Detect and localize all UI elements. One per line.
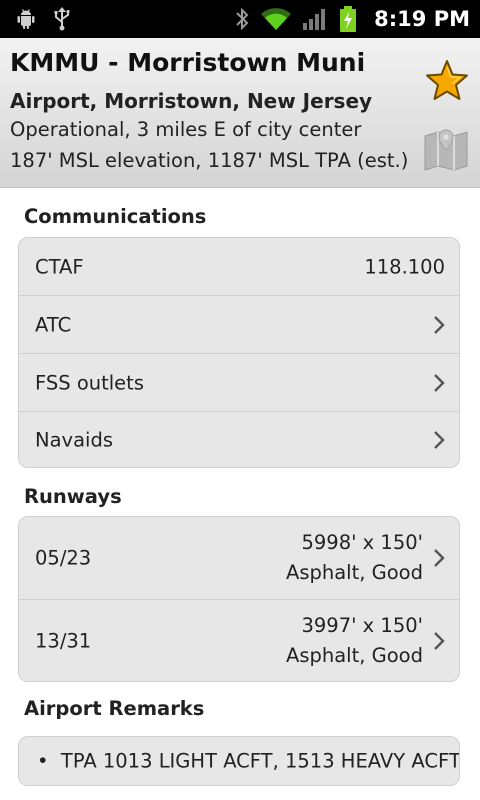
airport-elevation: 187' MSL elevation, 1187' MSL TPA (est.): [10, 149, 409, 172]
chevron-right-icon: [434, 430, 445, 449]
remarks-title: Airport Remarks: [24, 697, 205, 720]
chevron-right-icon: [434, 315, 445, 334]
row-label: CTAF: [35, 255, 84, 278]
airport-header: KMMU - Morristown Muni Airport, Morristo…: [0, 38, 480, 188]
fss-outlets-row[interactable]: FSS outlets: [19, 353, 459, 411]
row-label: ATC: [35, 313, 72, 336]
navaids-row[interactable]: Navaids: [19, 411, 459, 467]
runway-row[interactable]: 05/23 5998' x 150' Asphalt, Good: [19, 517, 459, 599]
runway-id: 13/31: [35, 629, 92, 652]
runway-id: 05/23: [35, 546, 92, 570]
map-icon: [424, 129, 468, 171]
runways-card: 05/23 5998' x 150' Asphalt, Good 13/31 3…: [18, 516, 460, 682]
runways-title: Runways: [24, 485, 122, 508]
runway-info: 3997' x 150' Asphalt, Good: [286, 611, 423, 671]
android-debug-icon: [14, 7, 38, 31]
runway-row[interactable]: 13/31 3997' x 150' Asphalt, Good: [19, 599, 459, 681]
favorite-button[interactable]: [424, 58, 470, 104]
runway-dimensions: 3997' x 150': [301, 613, 423, 637]
usb-icon: [52, 6, 72, 32]
atc-row[interactable]: ATC: [19, 295, 459, 353]
row-label: FSS outlets: [35, 371, 144, 394]
map-button[interactable]: [420, 126, 472, 172]
bluetooth-icon: [234, 6, 250, 32]
signal-icon: [302, 7, 328, 31]
airport-title: KMMU - Morristown Muni: [10, 48, 366, 77]
communications-title: Communications: [24, 205, 207, 228]
communications-card: CTAF 118.100 ATC FSS outlets Navaids: [18, 237, 460, 468]
wifi-icon: [260, 6, 292, 32]
runway-info: 5998' x 150' Asphalt, Good: [286, 528, 423, 588]
bullet: •: [37, 749, 61, 773]
battery-charging-icon: [338, 5, 358, 33]
chevron-right-icon: [434, 549, 445, 567]
chevron-right-icon: [434, 631, 445, 650]
airport-status: Operational, 3 miles E of city center: [10, 118, 362, 141]
runway-dimensions: 5998' x 150': [301, 531, 423, 554]
runway-surface: Asphalt, Good: [286, 561, 423, 584]
runway-surface: Asphalt, Good: [286, 643, 423, 667]
status-time: 8:19 PM: [374, 7, 470, 31]
ctaf-row[interactable]: CTAF 118.100: [19, 238, 459, 295]
status-bar: 8:19 PM: [0, 0, 480, 38]
row-label: Navaids: [35, 428, 113, 451]
star-icon: [426, 60, 468, 100]
remark-text: TPA 1013 LIGHT ACFT, 1513 HEAVY ACFT.: [60, 749, 460, 773]
remark-item: • TPA 1013 LIGHT ACFT, 1513 HEAVY ACFT.: [37, 749, 460, 773]
chevron-right-icon: [434, 373, 445, 392]
remarks-card: • TPA 1013 LIGHT ACFT, 1513 HEAVY ACFT.: [18, 736, 460, 786]
ctaf-frequency: 118.100: [364, 255, 445, 278]
airport-subtitle: Airport, Morristown, New Jersey: [10, 89, 373, 113]
